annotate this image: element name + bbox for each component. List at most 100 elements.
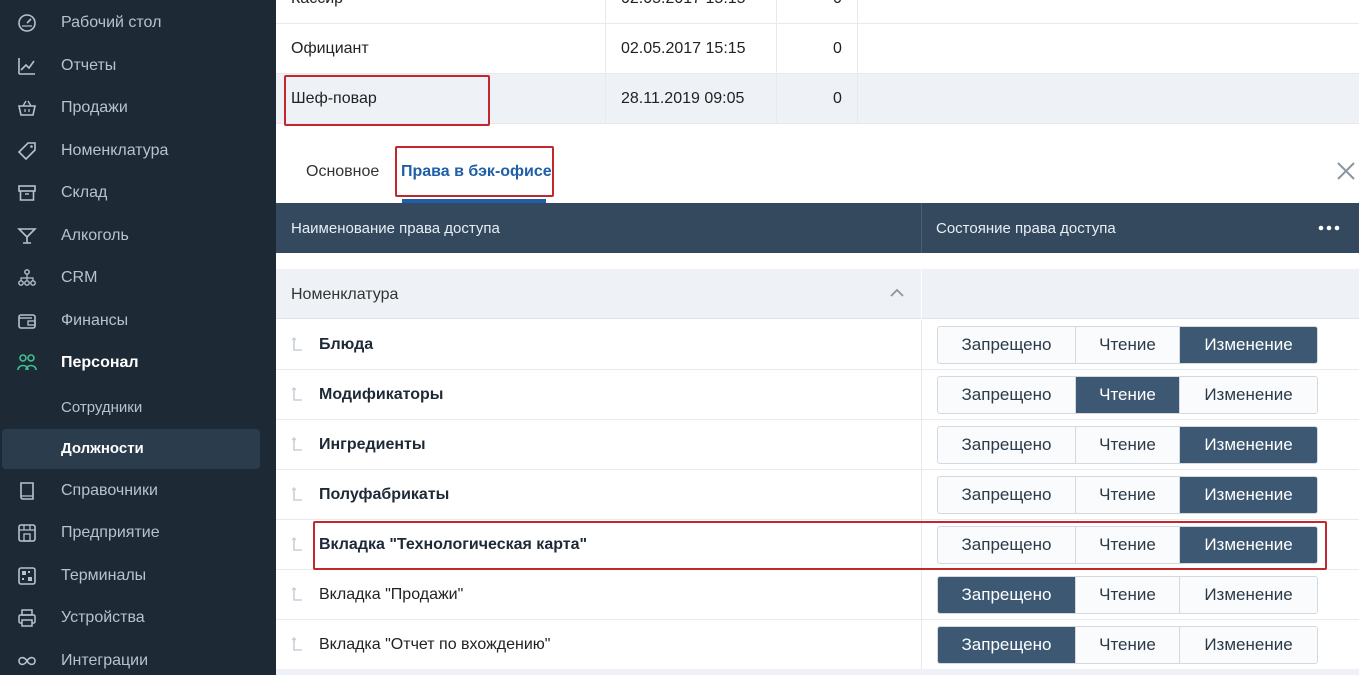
column-divider <box>857 0 858 124</box>
tab-backoffice-rights[interactable]: Права в бэк-офисе <box>401 163 552 181</box>
sidebar-item-label: Отчеты <box>61 57 117 74</box>
column-divider <box>921 370 922 420</box>
option-edit-button[interactable]: Изменение <box>1180 477 1317 513</box>
sidebar-item-label: Справочники <box>61 482 158 499</box>
option-read-button[interactable]: Чтение <box>1076 527 1180 563</box>
bottom-strip <box>276 669 1359 675</box>
sidebar-item-nomenclature[interactable]: Номенклатура <box>0 131 276 171</box>
sidebar-item-references[interactable]: Справочники <box>0 471 276 511</box>
column-divider <box>776 0 777 124</box>
option-edit-button[interactable]: Изменение <box>1180 527 1317 563</box>
tab-bar: Основное Права в бэк-офисе <box>276 142 1359 203</box>
option-edit-button[interactable]: Изменение <box>1180 627 1317 663</box>
tab-basic[interactable]: Основное <box>306 163 379 181</box>
sidebar-item-terminals[interactable]: Терминалы <box>0 556 276 596</box>
sidebar-item-label: Алкоголь <box>61 227 129 244</box>
option-read-button[interactable]: Чтение <box>1076 327 1180 363</box>
permission-label: Полуфабрикаты <box>319 486 450 503</box>
option-forbidden-button[interactable]: Запрещено <box>938 377 1076 413</box>
cocktail-icon <box>16 225 38 247</box>
permission-label: Модификаторы <box>319 386 444 403</box>
child-level-icon <box>290 636 304 654</box>
permission-label: Ингредиенты <box>319 436 426 453</box>
permission-row: Вкладка "Продажи" Запрещено Чтение Изменени… <box>276 570 1359 620</box>
option-forbidden-button[interactable]: Запрещено <box>938 527 1076 563</box>
option-edit-button[interactable]: Изменение <box>1180 577 1317 613</box>
child-level-icon <box>290 486 304 504</box>
option-read-button[interactable]: Чтение <box>1076 427 1180 463</box>
group-label: Номенклатура <box>291 286 399 303</box>
access-level-toggle: Запрещено Чтение Изменение <box>937 326 1318 364</box>
sidebar-item-devices[interactable]: Устройства <box>0 598 276 638</box>
option-edit-button[interactable]: Изменение <box>1180 327 1317 363</box>
permission-row: Блюда Запрещено Чтение Изменение <box>276 320 1359 370</box>
dashboard-icon <box>16 12 38 34</box>
qr-icon <box>16 565 38 587</box>
more-options-icon[interactable] <box>1317 220 1341 236</box>
access-level-toggle: Запрещено Чтение Изменение <box>937 526 1318 564</box>
column-divider <box>921 420 922 470</box>
sidebar-item-reports[interactable]: Отчеты <box>0 46 276 86</box>
store-icon <box>16 522 38 544</box>
access-level-toggle: Запрещено Чтение Изменение <box>937 576 1318 614</box>
printer-icon <box>16 607 38 629</box>
sidebar-item-crm[interactable]: CRM <box>0 258 276 298</box>
sidebar-item-label: Номенклатура <box>61 142 169 159</box>
position-date: 28.11.2019 09:05 <box>621 90 745 107</box>
option-read-button[interactable]: Чтение <box>1076 377 1180 413</box>
column-divider <box>921 620 922 670</box>
basket-icon <box>16 97 38 119</box>
chevron-up-icon[interactable] <box>888 286 906 300</box>
child-level-icon <box>290 536 304 554</box>
sidebar-item-label: Финансы <box>61 312 129 329</box>
wallet-icon <box>16 310 38 332</box>
sidebar-item-sales[interactable]: Продажи <box>0 88 276 128</box>
people-icon <box>16 352 38 374</box>
sidebar-item-enterprise[interactable]: Предприятие <box>0 513 276 553</box>
group-row-nomenclature[interactable]: Номенклатура <box>276 269 1359 319</box>
option-read-button[interactable]: Чтение <box>1076 577 1180 613</box>
column-divider <box>921 320 922 370</box>
close-icon[interactable] <box>1335 160 1357 182</box>
sidebar-item-label: Склад <box>61 184 108 201</box>
column-divider <box>921 269 922 319</box>
sidebar-item-personnel[interactable]: Персонал <box>0 343 276 383</box>
sidebar-item-dashboard[interactable]: Рабочий стол <box>0 3 276 43</box>
table-row[interactable]: Кассир 02.05.2017 15:15 0 <box>276 0 1359 24</box>
column-header-state: Состояние права доступа <box>936 220 1116 237</box>
option-edit-button[interactable]: Изменение <box>1180 427 1317 463</box>
sidebar-item-finance[interactable]: Финансы <box>0 301 276 341</box>
option-read-button[interactable]: Чтение <box>1076 477 1180 513</box>
option-read-button[interactable]: Чтение <box>1076 627 1180 663</box>
sidebar-item-integrations[interactable]: Интеграции <box>0 641 276 675</box>
sidebar-item-label: Рабочий стол <box>61 14 162 31</box>
permission-label: Вкладка "Технологическая карта" <box>319 536 588 553</box>
sidebar: Рабочий стол Отчеты Продажи Номенклатура… <box>0 0 276 675</box>
option-forbidden-button[interactable]: Запрещено <box>938 427 1076 463</box>
sidebar-item-warehouse[interactable]: Склад <box>0 173 276 213</box>
permission-row: Модификаторы Запрещено Чтение Изменение <box>276 370 1359 420</box>
permission-row: Вкладка "Технологическая карта" Запрещено… <box>276 520 1359 570</box>
permission-label: Блюда <box>319 336 374 353</box>
option-forbidden-button[interactable]: Запрещено <box>938 577 1076 613</box>
column-divider <box>605 0 606 124</box>
permission-row: Вкладка "Отчет по вхождению" Запрещено Чте… <box>276 620 1359 670</box>
option-forbidden-button[interactable]: Запрещено <box>938 477 1076 513</box>
table-spacer <box>276 124 1359 142</box>
sidebar-item-label: Персонал <box>61 354 139 371</box>
hierarchy-icon <box>16 267 38 289</box>
permission-row: Полуфабрикаты Запрещено Чтение Изменение <box>276 470 1359 520</box>
permission-label: Вкладка "Продажи" <box>319 586 464 603</box>
option-forbidden-button[interactable]: Запрещено <box>938 327 1076 363</box>
table-row[interactable]: Официант 02.05.2017 15:15 0 <box>276 24 1359 74</box>
sidebar-subitem-positions[interactable]: Должности <box>0 429 276 469</box>
sidebar-item-label: CRM <box>61 269 98 286</box>
sidebar-item-alcohol[interactable]: Алкоголь <box>0 216 276 256</box>
option-forbidden-button[interactable]: Запрещено <box>938 627 1076 663</box>
group-spacer <box>276 253 1359 269</box>
option-edit-button[interactable]: Изменение <box>1180 377 1317 413</box>
table-row-selected[interactable]: Шеф-повар 28.11.2019 09:05 0 <box>276 74 1359 124</box>
sidebar-subitem-label: Сотрудники <box>61 399 143 416</box>
sidebar-subitem-employees[interactable]: Сотрудники <box>0 388 276 426</box>
position-date: 02.05.2017 15:15 <box>621 0 746 8</box>
